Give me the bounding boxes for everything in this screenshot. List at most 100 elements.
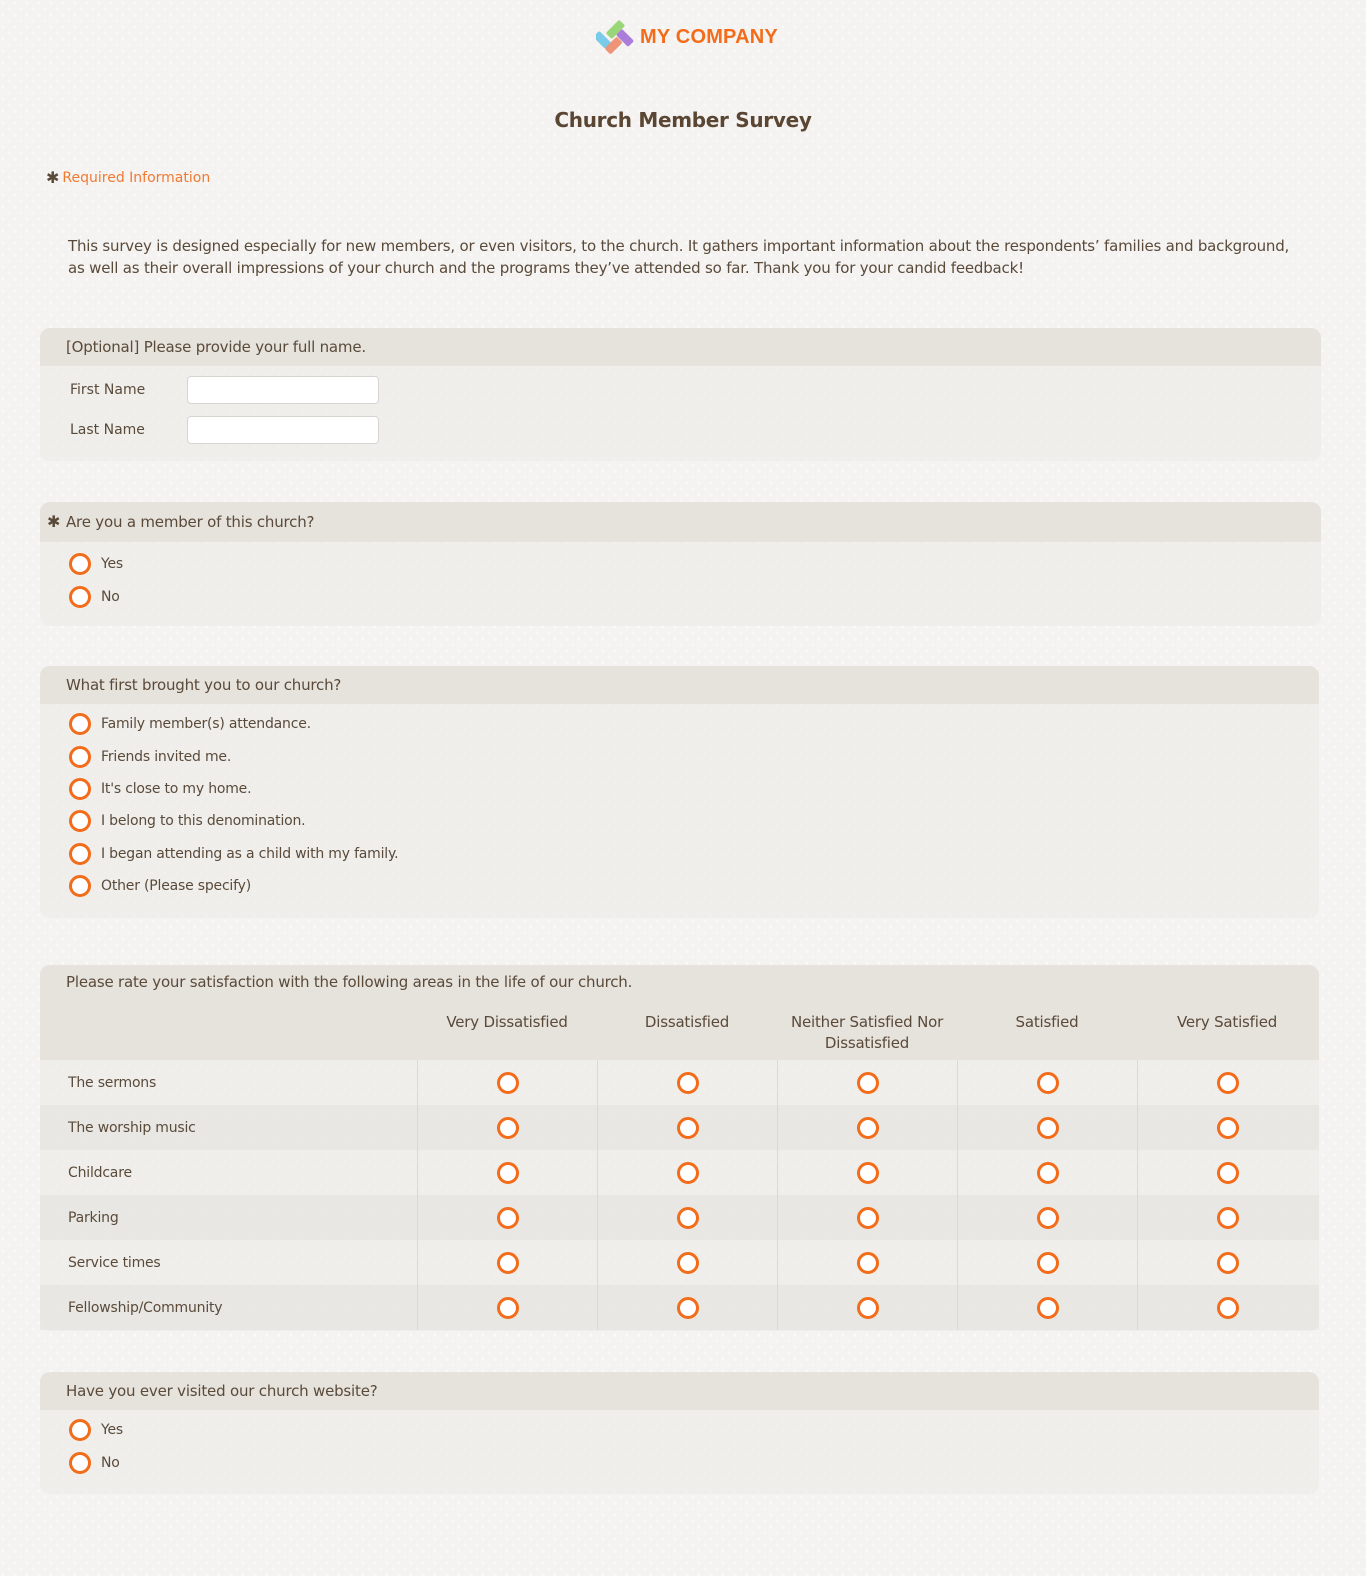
radio-option[interactable]: I belong to this denomination. (40, 805, 1319, 837)
matrix-cell[interactable] (957, 1060, 1137, 1105)
radio-button[interactable] (676, 1206, 699, 1229)
brought-question-panel: What first brought you to our church? Fa… (40, 666, 1319, 918)
diamond-logo-icon (596, 20, 634, 54)
radio-option-no[interactable]: No (40, 1446, 1319, 1478)
matrix-cell[interactable] (1137, 1240, 1317, 1285)
matrix-header: Please rate your satisfaction with the f… (40, 965, 1319, 1060)
radio-button[interactable] (69, 745, 91, 768)
matrix-row: Service times (40, 1240, 1319, 1285)
radio-button[interactable] (1036, 1296, 1059, 1319)
radio-button[interactable] (1036, 1116, 1059, 1139)
radio-button[interactable] (496, 1206, 519, 1229)
matrix-cell[interactable] (597, 1240, 777, 1285)
radio-button[interactable] (496, 1071, 519, 1094)
radio-button[interactable] (69, 842, 91, 865)
radio-button[interactable] (1036, 1251, 1059, 1274)
radio-button[interactable] (676, 1161, 699, 1184)
matrix-cell[interactable] (777, 1195, 957, 1240)
radio-button[interactable] (1216, 1251, 1239, 1274)
question-label: Are you a member of this church? (66, 513, 315, 531)
matrix-cell[interactable] (417, 1240, 597, 1285)
matrix-cell[interactable] (417, 1060, 597, 1105)
radio-option[interactable]: I began attending as a child with my fam… (40, 838, 1319, 870)
radio-button[interactable] (676, 1116, 699, 1139)
radio-button[interactable] (676, 1251, 699, 1274)
radio-label: I belong to this denomination. (101, 813, 306, 830)
radio-button[interactable] (69, 875, 91, 898)
radio-button[interactable] (1036, 1071, 1059, 1094)
radio-button[interactable] (1216, 1071, 1239, 1094)
radio-button[interactable] (1216, 1116, 1239, 1139)
matrix-cell[interactable] (417, 1150, 597, 1195)
matrix-cell[interactable] (1137, 1105, 1317, 1150)
matrix-cell[interactable] (597, 1060, 777, 1105)
radio-button[interactable] (1036, 1161, 1059, 1184)
radio-button[interactable] (1216, 1206, 1239, 1229)
matrix-cell[interactable] (957, 1195, 1137, 1240)
matrix-cell[interactable] (1137, 1060, 1317, 1105)
question-header: Have you ever visited our church website… (40, 1372, 1319, 1410)
matrix-cell[interactable] (777, 1060, 957, 1105)
first-name-input[interactable] (187, 376, 379, 404)
radio-button[interactable] (1036, 1206, 1059, 1229)
radio-button[interactable] (676, 1296, 699, 1319)
question-label: What first brought you to our church? (66, 676, 342, 694)
radio-button[interactable] (69, 810, 91, 833)
matrix-cell[interactable] (1137, 1150, 1317, 1195)
member-question-panel: ✱ Are you a member of this church? Yes N… (40, 502, 1321, 626)
matrix-cell[interactable] (777, 1285, 957, 1330)
required-info-label: Required Information (62, 170, 211, 186)
radio-button[interactable] (69, 713, 91, 736)
radio-option-no[interactable]: No (40, 580, 1321, 612)
radio-button[interactable] (496, 1296, 519, 1319)
radio-option-yes[interactable]: Yes (40, 548, 1321, 580)
radio-label: Other (Please specify) (101, 878, 251, 895)
matrix-cell[interactable] (957, 1105, 1137, 1150)
radio-option[interactable]: Other (Please specify) (40, 870, 1319, 902)
matrix-cell[interactable] (777, 1150, 957, 1195)
question-label: Please rate your satisfaction with the f… (66, 973, 633, 991)
survey-intro: This survey is designed especially for n… (68, 237, 1290, 277)
matrix-cell[interactable] (1137, 1285, 1317, 1330)
radio-button[interactable] (69, 585, 91, 608)
radio-button[interactable] (69, 553, 91, 576)
radio-option[interactable]: It's close to my home. (40, 773, 1319, 805)
website-question-panel: Have you ever visited our church website… (40, 1372, 1319, 1494)
radio-button[interactable] (69, 1419, 91, 1442)
matrix-cell[interactable] (957, 1285, 1137, 1330)
radio-button[interactable] (856, 1296, 879, 1319)
radio-button[interactable] (496, 1116, 519, 1139)
matrix-cell[interactable] (417, 1105, 597, 1150)
radio-button[interactable] (676, 1071, 699, 1094)
radio-button[interactable] (496, 1161, 519, 1184)
matrix-cell[interactable] (777, 1105, 957, 1150)
radio-button[interactable] (69, 1451, 91, 1474)
matrix-cell[interactable] (1137, 1195, 1317, 1240)
required-info-note: ✱ Required Information (46, 170, 211, 187)
radio-button[interactable] (856, 1251, 879, 1274)
matrix-cell[interactable] (957, 1150, 1137, 1195)
matrix-cell[interactable] (597, 1195, 777, 1240)
radio-button[interactable] (856, 1206, 879, 1229)
matrix-cell[interactable] (417, 1195, 597, 1240)
matrix-cell[interactable] (417, 1285, 597, 1330)
radio-option[interactable]: Friends invited me. (40, 740, 1319, 772)
radio-button[interactable] (1216, 1296, 1239, 1319)
matrix-cell[interactable] (957, 1240, 1137, 1285)
radio-button[interactable] (69, 777, 91, 800)
radio-button[interactable] (1216, 1161, 1239, 1184)
radio-button[interactable] (856, 1116, 879, 1139)
radio-button[interactable] (496, 1251, 519, 1274)
radio-button[interactable] (856, 1071, 879, 1094)
matrix-cell[interactable] (777, 1240, 957, 1285)
company-logo: MY COMPANY (596, 18, 778, 56)
satisfaction-matrix-panel: Please rate your satisfaction with the f… (40, 965, 1319, 1331)
radio-button[interactable] (856, 1161, 879, 1184)
matrix-cell[interactable] (597, 1105, 777, 1150)
matrix-cell[interactable] (597, 1285, 777, 1330)
last-name-input[interactable] (187, 416, 379, 444)
matrix-row-label: Fellowship/Community (68, 1299, 223, 1316)
radio-option-yes[interactable]: Yes (40, 1414, 1319, 1446)
matrix-cell[interactable] (597, 1150, 777, 1195)
radio-option[interactable]: Family member(s) attendance. (40, 708, 1319, 740)
